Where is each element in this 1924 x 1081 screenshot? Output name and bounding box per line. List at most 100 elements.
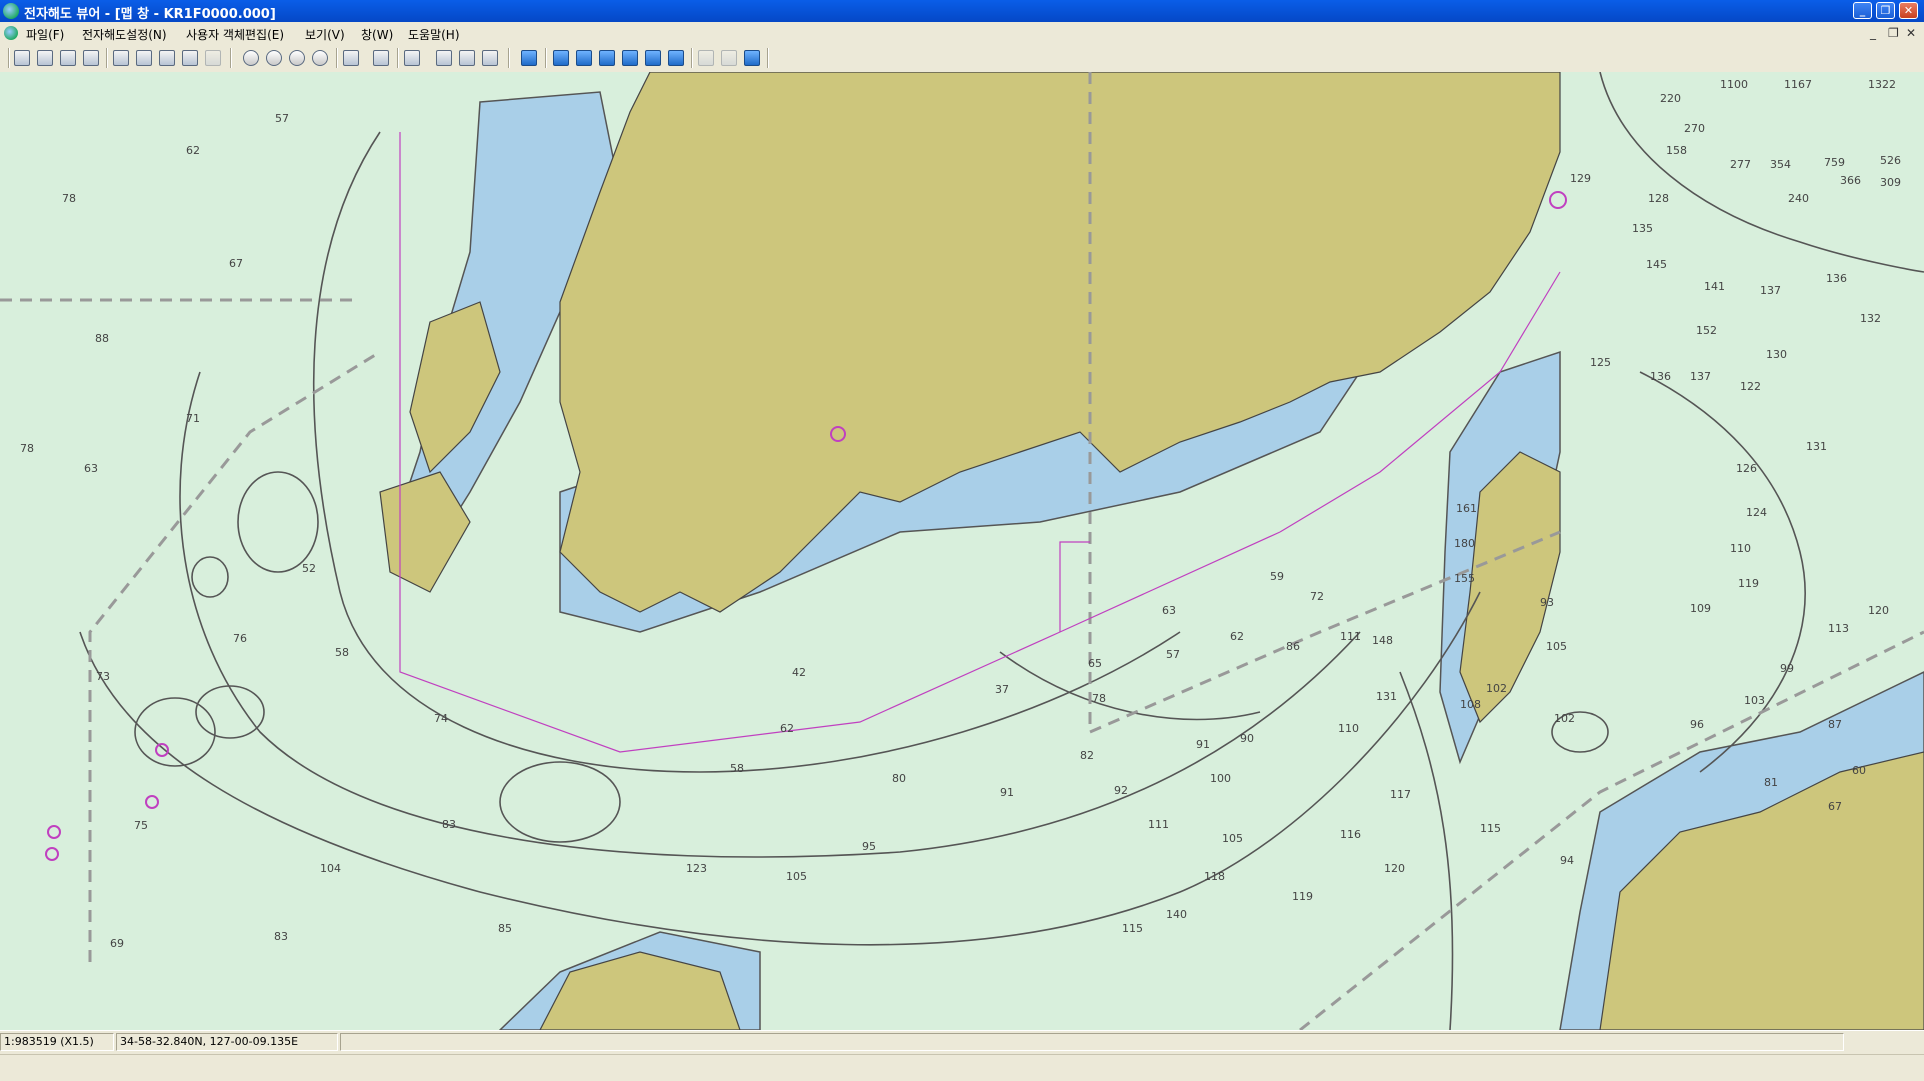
depth-label: 123 bbox=[686, 862, 707, 875]
draw-circle-icon[interactable] bbox=[599, 50, 615, 66]
app-icon bbox=[3, 3, 19, 19]
save-icon[interactable] bbox=[60, 50, 76, 66]
depth-label: 124 bbox=[1746, 506, 1767, 519]
new-icon[interactable] bbox=[14, 50, 30, 66]
menu-chart-settings[interactable]: 전자해도설정(N) bbox=[82, 26, 167, 43]
depth-label: 120 bbox=[1384, 862, 1405, 875]
depth-label: 118 bbox=[1204, 870, 1225, 883]
depth-label: 85 bbox=[498, 922, 512, 935]
zoom-icon[interactable] bbox=[243, 50, 259, 66]
depth-label: 759 bbox=[1824, 156, 1845, 169]
depth-label: 1100 bbox=[1720, 78, 1748, 91]
menu-file[interactable]: 파일(F) bbox=[26, 26, 64, 43]
nautical-chart[interactable]: 57 62 78 67 88 78 71 63 52 76 73 58 74 4… bbox=[0, 72, 1924, 1030]
depth-label: 74 bbox=[434, 712, 448, 725]
depth-label: 92 bbox=[1114, 784, 1128, 797]
depth-label: 42 bbox=[792, 666, 806, 679]
depth-label: 100 bbox=[1210, 772, 1231, 785]
undo-icon[interactable] bbox=[721, 50, 737, 66]
depth-label: 69 bbox=[110, 937, 124, 950]
select-arrow-icon[interactable] bbox=[521, 50, 537, 66]
zoom-in-icon[interactable] bbox=[266, 50, 282, 66]
depth-label: 58 bbox=[730, 762, 744, 775]
bottom-bar bbox=[0, 1054, 1924, 1081]
depth-label: 111 bbox=[1148, 818, 1169, 831]
draw-symbol-icon[interactable] bbox=[668, 50, 684, 66]
depth-label: 87 bbox=[1828, 718, 1842, 731]
chart-map[interactable]: 57 62 78 67 88 78 71 63 52 76 73 58 74 4… bbox=[0, 72, 1924, 1030]
layer-icon[interactable] bbox=[113, 50, 129, 66]
depth-label: 63 bbox=[84, 462, 98, 475]
depth-label: 58 bbox=[335, 646, 349, 659]
window-title: 전자해도 뷰어 - [맵 창 - KR1F0000.000] bbox=[24, 7, 276, 22]
depth-label: 52 bbox=[302, 562, 316, 575]
minimize-button[interactable]: _ bbox=[1853, 2, 1872, 19]
depth-label: 59 bbox=[1270, 570, 1284, 583]
depth-label: 67 bbox=[1828, 800, 1842, 813]
depth-label: 117 bbox=[1390, 788, 1411, 801]
mdi-restore-icon[interactable]: ❐ bbox=[1888, 26, 1899, 40]
depth-label: 57 bbox=[1166, 648, 1180, 661]
disabled-tool-icon[interactable] bbox=[205, 50, 221, 66]
document-icon[interactable] bbox=[4, 26, 18, 40]
depth-label: 83 bbox=[442, 818, 456, 831]
depth-label: 1322 bbox=[1868, 78, 1896, 91]
depth-label: 155 bbox=[1454, 572, 1475, 585]
depth-label: 99 bbox=[1780, 662, 1794, 675]
depth-label: 1167 bbox=[1784, 78, 1812, 91]
open-icon[interactable] bbox=[37, 50, 53, 66]
depth-label: 104 bbox=[320, 862, 341, 875]
copy-icon[interactable] bbox=[373, 50, 389, 66]
depth-label: 72 bbox=[1310, 590, 1324, 603]
menu-help[interactable]: 도움말(H) bbox=[408, 26, 460, 43]
depth-label: 277 bbox=[1730, 158, 1751, 171]
menu-view[interactable]: 보기(V) bbox=[305, 26, 345, 43]
layers-panel-icon[interactable] bbox=[744, 50, 760, 66]
depth-label: 136 bbox=[1826, 272, 1847, 285]
draw-text-icon[interactable] bbox=[622, 50, 638, 66]
depth-label: 116 bbox=[1340, 828, 1361, 841]
draw-line-icon[interactable] bbox=[553, 50, 569, 66]
depth-label: 81 bbox=[1764, 776, 1778, 789]
depth-label: 90 bbox=[1240, 732, 1254, 745]
layer-remove-icon[interactable] bbox=[159, 50, 175, 66]
info-icon[interactable] bbox=[482, 50, 498, 66]
depth-label: 78 bbox=[1092, 692, 1106, 705]
mdi-close-icon[interactable]: ✕ bbox=[1906, 26, 1916, 40]
depth-label: 125 bbox=[1590, 356, 1611, 369]
depth-label: 94 bbox=[1560, 854, 1574, 867]
depth-label: 76 bbox=[233, 632, 247, 645]
depth-label: 129 bbox=[1570, 172, 1591, 185]
color-palette-icon[interactable] bbox=[459, 50, 475, 66]
mdi-minimize-icon[interactable]: _ bbox=[1870, 26, 1876, 40]
route-icon[interactable] bbox=[698, 50, 714, 66]
menu-user-object-edit[interactable]: 사용자 객체편집(E) bbox=[186, 26, 284, 43]
zoom-out-icon[interactable] bbox=[289, 50, 305, 66]
depth-label: 110 bbox=[1338, 722, 1359, 735]
binoculars-icon[interactable] bbox=[436, 50, 452, 66]
depth-label: 105 bbox=[786, 870, 807, 883]
depth-label: 132 bbox=[1860, 312, 1881, 325]
maximize-button[interactable]: ❐ bbox=[1876, 2, 1895, 19]
zoom-fit-icon[interactable] bbox=[312, 50, 328, 66]
depth-label: 130 bbox=[1766, 348, 1787, 361]
depth-label: 145 bbox=[1646, 258, 1667, 271]
print-preview-icon[interactable] bbox=[83, 50, 99, 66]
draw-rect-icon[interactable] bbox=[576, 50, 592, 66]
draw-polygon-icon[interactable] bbox=[645, 50, 661, 66]
coordinate-readout: 34-58-32.840N, 127-00-09.135E bbox=[116, 1033, 338, 1051]
depth-label: 135 bbox=[1632, 222, 1653, 235]
report-icon[interactable] bbox=[343, 50, 359, 66]
close-button[interactable]: ✕ bbox=[1899, 2, 1918, 19]
menu-window[interactable]: 창(W) bbox=[361, 26, 393, 43]
depth-label: 93 bbox=[1540, 596, 1554, 609]
depth-label: 111 bbox=[1340, 630, 1361, 643]
depth-label: 137 bbox=[1690, 370, 1711, 383]
merge-icon[interactable] bbox=[182, 50, 198, 66]
depth-label: 158 bbox=[1666, 144, 1687, 157]
measure-icon[interactable] bbox=[404, 50, 420, 66]
layer-add-icon[interactable] bbox=[136, 50, 152, 66]
depth-label: 119 bbox=[1738, 577, 1759, 590]
depth-label: 63 bbox=[1162, 604, 1176, 617]
depth-label: 73 bbox=[96, 670, 110, 683]
